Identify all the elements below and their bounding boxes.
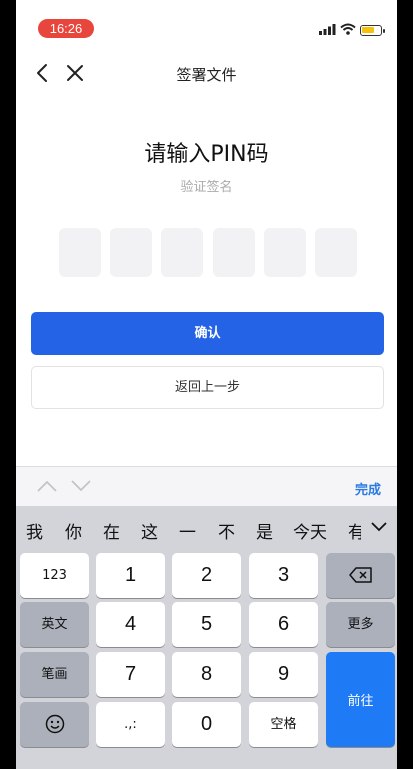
key-punctuation[interactable]: .,: xyxy=(96,702,165,747)
key-2[interactable]: 2 xyxy=(172,553,241,598)
wifi-icon xyxy=(340,23,356,35)
emoji-icon xyxy=(45,714,64,734)
battery-level xyxy=(362,27,374,33)
key-4[interactable]: 4 xyxy=(96,602,165,647)
pin-digit-box[interactable] xyxy=(161,228,204,277)
candidate-word[interactable]: 在 xyxy=(103,518,120,543)
expand-candidates-button[interactable] xyxy=(361,506,397,546)
chevron-down-icon xyxy=(371,522,387,532)
chevron-up-icon[interactable] xyxy=(36,479,58,493)
candidate-word[interactable]: 你 xyxy=(65,518,82,543)
nav-bar: 签署文件 xyxy=(16,52,397,96)
key-6[interactable]: 6 xyxy=(249,602,318,647)
cellular-signal-icon xyxy=(319,24,336,35)
done-button[interactable]: 完成 xyxy=(355,479,381,498)
key-123[interactable]: 123 xyxy=(20,553,89,598)
key-0[interactable]: 0 xyxy=(172,702,241,747)
pin-heading: 请输入PIN码 xyxy=(144,142,269,167)
candidate-bar: 我 你 在 这 一 不 是 今天 有 xyxy=(16,506,397,550)
key-8[interactable]: 8 xyxy=(172,652,241,697)
key-more[interactable]: 更多 xyxy=(326,602,395,647)
pin-digit-box[interactable] xyxy=(263,228,306,277)
key-7[interactable]: 7 xyxy=(96,652,165,697)
pin-subheading: 验证签名 xyxy=(180,180,233,195)
candidate-word[interactable]: 这 xyxy=(141,518,158,543)
chevron-down-icon[interactable] xyxy=(70,479,92,493)
key-9[interactable]: 9 xyxy=(249,652,318,697)
pin-digit-box[interactable] xyxy=(314,228,357,277)
candidate-word[interactable]: 一 xyxy=(179,518,196,543)
key-1[interactable]: 1 xyxy=(96,553,165,598)
keyboard: 我 你 在 这 一 不 是 今天 有 123 1 2 3 英文 4 5 6 更多… xyxy=(16,506,397,769)
key-english[interactable]: 英文 xyxy=(20,602,89,647)
pin-digit-box[interactable] xyxy=(110,228,153,277)
backspace-key[interactable] xyxy=(326,553,395,598)
page-title: 签署文件 xyxy=(176,66,237,84)
status-bar: 16:26 xyxy=(16,0,397,46)
go-back-button[interactable]: 返回上一步 xyxy=(31,366,384,409)
key-space[interactable]: 空格 xyxy=(249,702,318,747)
candidate-word[interactable]: 是 xyxy=(256,518,273,543)
pin-digit-box[interactable] xyxy=(212,228,255,277)
key-emoji[interactable] xyxy=(20,702,89,747)
status-time: 16:26 xyxy=(38,19,94,38)
key-3[interactable]: 3 xyxy=(249,553,318,598)
battery-icon xyxy=(360,25,385,36)
pin-input-row[interactable] xyxy=(59,228,357,277)
candidate-word[interactable]: 今天 xyxy=(293,518,327,543)
candidate-word[interactable]: 我 xyxy=(26,518,43,543)
phone-screen: 16:26 签署文件 请输入PIN码 验证签名 确认 返回上一步 完成 我 你 … xyxy=(16,0,397,769)
key-5[interactable]: 5 xyxy=(172,602,241,647)
keyboard-toolbar: 完成 xyxy=(16,466,397,507)
pin-digit-box[interactable] xyxy=(59,228,101,277)
key-stroke[interactable]: 笔画 xyxy=(20,652,89,697)
confirm-button[interactable]: 确认 xyxy=(31,312,384,355)
candidate-word[interactable]: 不 xyxy=(218,518,235,543)
key-go[interactable]: 前往 xyxy=(326,652,395,747)
backspace-icon xyxy=(348,567,372,583)
